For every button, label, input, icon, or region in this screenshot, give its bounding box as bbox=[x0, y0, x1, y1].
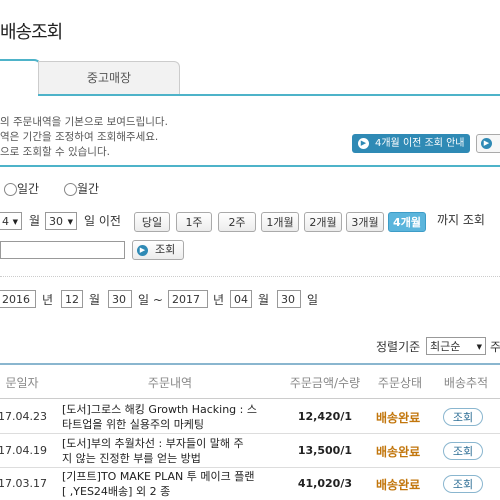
tab-used-market[interactable]: 중고매장 bbox=[38, 61, 180, 95]
chevron-down-icon: ▼ bbox=[67, 218, 73, 226]
period-1week-button[interactable]: 1주 bbox=[176, 212, 212, 232]
chevron-down-icon: ▼ bbox=[12, 218, 18, 226]
row-item-line1[interactable]: [기프트]TO MAKE PLAN 투 메이크 플랜 bbox=[62, 469, 254, 484]
month-label: 월 bbox=[29, 214, 41, 228]
notice-line-1: 의 주문내역을 기본으로 보여드립니다. bbox=[0, 116, 168, 128]
monthly-radio[interactable] bbox=[64, 183, 77, 196]
row-divider bbox=[0, 467, 500, 468]
sort-label: 정렬기준 bbox=[376, 340, 421, 354]
day-select-value: 30 bbox=[49, 215, 63, 228]
sort-select[interactable]: 최근순 ▼ bbox=[426, 337, 486, 355]
track-button[interactable]: 조회 bbox=[443, 475, 483, 493]
search-button-label: 조회 bbox=[155, 243, 176, 256]
day-select[interactable]: 30 ▼ bbox=[45, 212, 77, 230]
period-3month-button[interactable]: 3개월 bbox=[346, 212, 384, 232]
period-4month-button[interactable]: 4개월 bbox=[388, 212, 426, 232]
until-search-label: 까지 조회 bbox=[437, 213, 485, 227]
sort-select-value: 최근순 bbox=[430, 340, 461, 353]
row-status: 배송완료 bbox=[376, 478, 421, 492]
search-input[interactable] bbox=[0, 241, 125, 259]
header-status: 주문상태 bbox=[377, 376, 423, 390]
daily-radio[interactable] bbox=[4, 183, 17, 196]
row-divider bbox=[0, 433, 500, 434]
to-month-field[interactable]: 04 bbox=[230, 290, 252, 308]
from-month-field[interactable]: 12 bbox=[61, 290, 83, 308]
header-tracking: 배송추적 bbox=[443, 376, 489, 390]
play-icon: ▶ bbox=[137, 245, 148, 256]
info-button[interactable]: ▶ bbox=[476, 134, 500, 153]
notice-line-3: 으로 조회할 수 있습니다. bbox=[0, 146, 110, 158]
year-label: 년 bbox=[213, 293, 225, 307]
row-item-line1[interactable]: [도서]부의 추월차선 : 부자들이 말해 주 bbox=[62, 436, 244, 451]
row-date: 17.04.19 bbox=[0, 444, 47, 457]
row-item-line2[interactable]: [ ,YES24배송] 외 2 종 bbox=[62, 484, 170, 499]
play-icon: ▶ bbox=[358, 137, 369, 149]
header-order-date: 문일자 bbox=[5, 376, 39, 390]
row-date: 17.03.17 bbox=[0, 477, 47, 490]
year-label: 년 bbox=[42, 293, 54, 307]
sort-suffix: 주 bbox=[490, 340, 500, 354]
row-status: 배송완료 bbox=[376, 411, 421, 425]
day-tilde-label: 일 ~ bbox=[138, 293, 163, 307]
search-button[interactable]: ▶ 조회 bbox=[132, 240, 184, 260]
row-amount: 12,420/1 bbox=[297, 410, 352, 423]
row-amount: 13,500/1 bbox=[297, 444, 352, 457]
play-icon: ▶ bbox=[481, 138, 492, 149]
month-label: 월 bbox=[258, 293, 270, 307]
header-amount: 주문금액/수량 bbox=[289, 376, 361, 390]
month-select-value: 4 bbox=[2, 215, 9, 228]
from-day-field[interactable]: 30 bbox=[108, 290, 132, 308]
daily-label: 일간 bbox=[17, 182, 40, 196]
day-label: 일 bbox=[307, 293, 319, 307]
to-year-field[interactable]: 2017 bbox=[168, 290, 208, 308]
table-header-border bbox=[0, 398, 500, 399]
guide-button-label: 4개월 이전 조회 안내 bbox=[375, 138, 465, 149]
divider bbox=[0, 276, 500, 277]
header-order-items: 주문내역 bbox=[147, 376, 193, 390]
page-title: 배송조회 bbox=[0, 22, 63, 43]
row-item-line2[interactable]: 타트업을 위한 실용주의 마케팅 bbox=[62, 417, 204, 432]
day-before-label: 일 이전 bbox=[84, 214, 121, 228]
monthly-label: 월간 bbox=[77, 182, 100, 196]
row-date: 17.04.23 bbox=[0, 410, 47, 423]
row-item-line1[interactable]: [도서]그로스 해킹 Growth Hacking : 스 bbox=[62, 402, 257, 417]
notice-line-2: 역은 기간을 조정하여 조회해주세요. bbox=[0, 131, 159, 143]
to-day-field[interactable]: 30 bbox=[277, 290, 301, 308]
period-2month-button[interactable]: 2개월 bbox=[304, 212, 342, 232]
row-item-line2[interactable]: 지 않는 진정한 부를 얻는 방법 bbox=[62, 451, 201, 466]
period-today-button[interactable]: 당일 bbox=[134, 212, 170, 232]
track-button[interactable]: 조회 bbox=[443, 408, 483, 426]
row-status: 배송완료 bbox=[376, 445, 421, 459]
row-amount: 41,020/3 bbox=[297, 477, 352, 490]
chevron-down-icon: ▼ bbox=[476, 343, 482, 351]
tab-new-books[interactable] bbox=[0, 59, 42, 97]
track-button[interactable]: 조회 bbox=[443, 442, 483, 460]
table-top-border bbox=[0, 363, 500, 365]
month-label: 월 bbox=[89, 293, 101, 307]
four-month-guide-button[interactable]: ▶ 4개월 이전 조회 안내 bbox=[352, 134, 470, 153]
period-2week-button[interactable]: 2주 bbox=[218, 212, 256, 232]
period-1month-button[interactable]: 1개월 bbox=[261, 212, 299, 232]
from-year-field[interactable]: 2016 bbox=[0, 290, 36, 308]
month-select[interactable]: 4 ▼ bbox=[0, 212, 22, 230]
